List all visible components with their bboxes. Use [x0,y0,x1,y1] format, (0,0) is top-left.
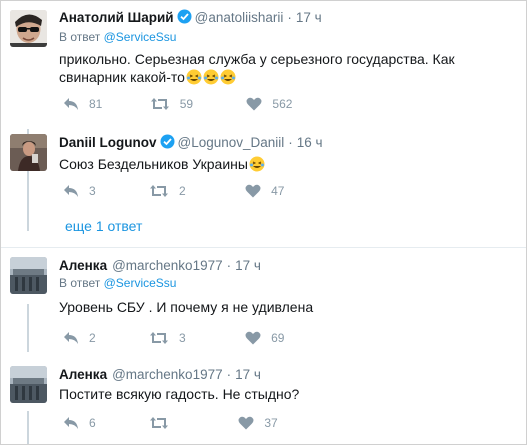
laughing-emoji-icon [186,69,202,85]
retweet-button[interactable]: 59 [150,97,193,111]
timestamp[interactable]: 17 ч [235,258,261,273]
reply-icon [64,98,78,110]
author-handle[interactable]: @anatoliisharii [195,10,284,25]
tweet[interactable]: Аленка @marchenko1977 · 17 ч В ответ @Servi… [1,248,526,353]
retweet-button[interactable]: 3 [149,331,186,345]
reply-button[interactable]: 3 [63,184,96,198]
tweet-actions: 81 59 562 [63,97,320,114]
heart-icon [245,331,261,345]
tweet-actions: 6 37 [63,416,306,433]
heart-icon [245,184,261,198]
reply-icon [64,417,78,429]
author-name[interactable]: Daniil Logunov [59,135,157,150]
timestamp[interactable]: 17 ч [235,367,261,382]
author-name[interactable]: Аленка [59,258,107,273]
like-button[interactable]: 69 [245,331,284,345]
laughing-emoji-icon [203,69,219,85]
heart-icon [246,97,262,111]
avatar[interactable] [10,257,47,294]
tweet[interactable]: Анатолий Шарий @anatoliisharii · 17 ч В отв… [1,1,526,126]
reply-context: В ответ @ServiceSsu [59,276,177,290]
heart-icon [238,416,254,430]
timestamp[interactable]: 16 ч [297,135,323,150]
avatar[interactable] [10,10,47,47]
show-more-replies-link[interactable]: еще 1 ответ [65,218,142,234]
tweet-text: Союз Бездельников Украины [59,155,518,173]
tweet[interactable]: Daniil Logunov @Logunov_Daniil · 16 ч Союз … [1,126,526,241]
tweet-header: Аленка @marchenko1977 · 17 ч [59,258,261,273]
reply-button[interactable]: 81 [63,97,102,111]
reply-to-link[interactable]: @ServiceSsu [104,30,177,44]
reply-context: В ответ @ServiceSsu [59,30,177,44]
author-name[interactable]: Анатолий Шарий [59,10,174,25]
reply-to-link[interactable]: @ServiceSsu [104,276,177,290]
retweet-icon [150,417,169,429]
author-handle[interactable]: @marchenko1977 [112,258,223,273]
verified-badge-icon [160,134,175,153]
tweet[interactable]: Аленка @marchenko1977 · 17 ч Постите всякую… [1,353,526,444]
retweet-icon [150,332,169,344]
retweet-icon [150,98,169,110]
reply-thread: Анатолий Шарий @anatoliisharii · 17 ч В отв… [0,0,527,445]
tweet-actions: 3 2 47 [63,184,312,201]
retweet-button[interactable]: 2 [149,184,186,198]
author-handle[interactable]: @marchenko1977 [112,367,223,382]
tweet-header: Аленка @marchenko1977 · 17 ч [59,367,261,382]
reply-button[interactable]: 2 [63,331,96,345]
tweet-text: Уровень СБУ . И почему я не удивлена [59,299,314,315]
timestamp[interactable]: 17 ч [296,10,322,25]
laughing-emoji-icon [220,69,236,85]
tweet-actions: 2 3 69 [63,331,312,348]
like-button[interactable]: 37 [238,416,278,430]
tweet-header: Daniil Logunov @Logunov_Daniil · 16 ч [59,134,518,153]
laughing-emoji-icon [249,156,265,172]
author-handle[interactable]: @Logunov_Daniil [178,135,285,150]
tweet-header: Анатолий Шарий @anatoliisharii · 17 ч [59,9,518,28]
tweet-text: Постите всякую гадость. Не стыдно? [59,386,300,402]
author-name[interactable]: Аленка [59,367,107,382]
tweet-text: прикольно. Серьезная служба у серьезного… [59,51,455,85]
avatar[interactable] [10,134,47,171]
verified-badge-icon [177,9,192,28]
reply-icon [64,185,78,197]
reply-button[interactable]: 6 [63,416,96,430]
avatar[interactable] [10,366,47,403]
like-button[interactable]: 562 [246,97,292,111]
retweet-button[interactable] [149,416,179,430]
reply-icon [64,332,78,344]
retweet-icon [150,185,169,197]
like-button[interactable]: 47 [245,184,284,198]
